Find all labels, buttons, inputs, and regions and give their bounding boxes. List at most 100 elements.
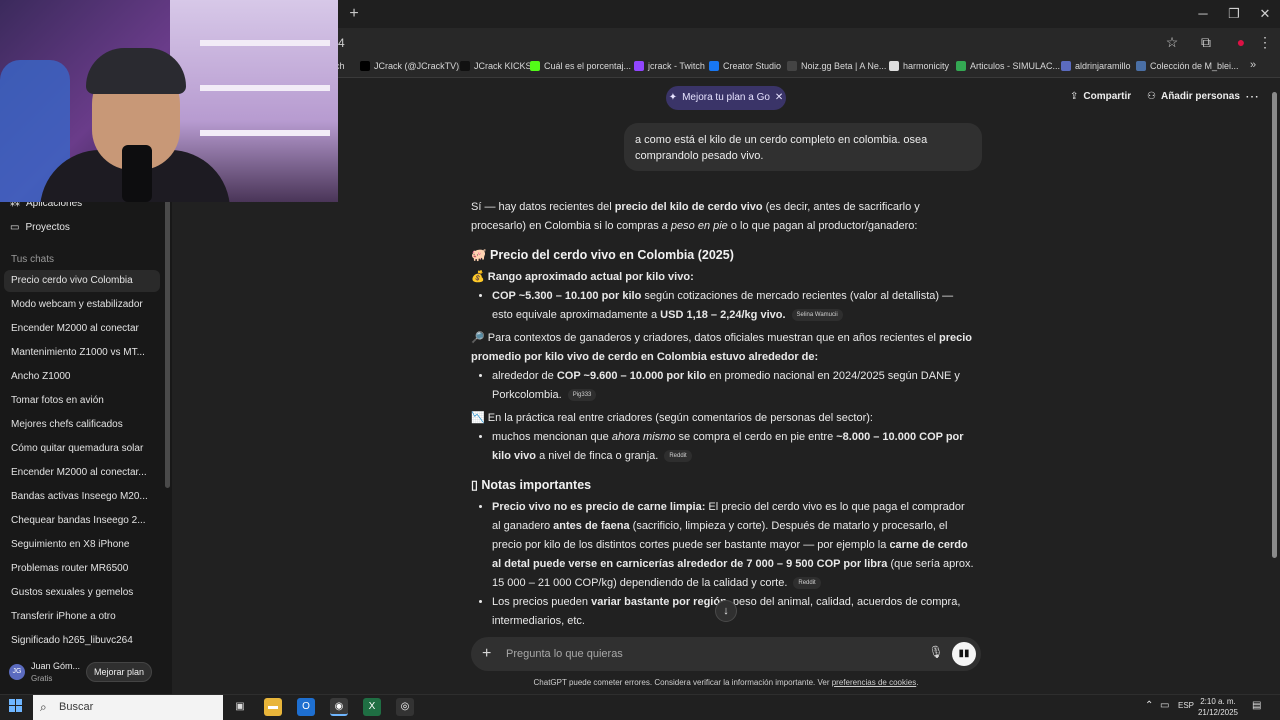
bookmark-item[interactable]: harmonicity — [889, 61, 949, 71]
network-icon[interactable]: ▭ — [1160, 700, 1169, 711]
chat-list-item[interactable]: Mantenimiento Z1000 vs MT... — [4, 342, 160, 364]
list-item: alrededor de COP ~9.600 – 10.000 por kil… — [492, 367, 976, 405]
clock[interactable]: 2:10 a. m. 21/12/2025 — [1196, 696, 1240, 718]
chat-list-item[interactable]: Significado h265_libuvc264 — [4, 630, 160, 652]
paragraph: 🔎 Para contextos de ganaderos y criadore… — [471, 332, 973, 363]
range-label: 💰 Rango aproximado actual por kilo vivo: — [471, 271, 694, 283]
chat-list-item[interactable]: Problemas router MR6500 — [4, 558, 160, 580]
search-icon: ⌕ — [40, 700, 47, 714]
bookmark-item[interactable]: Colección de M_blei... — [1136, 61, 1239, 71]
bookmark-item[interactable]: jcrack - Twitch — [634, 61, 705, 71]
chat-list-item[interactable]: Transferir iPhone a otro — [4, 606, 160, 628]
notifications-icon[interactable]: ▤ — [1252, 700, 1261, 711]
chat-list-item[interactable]: Chequear bandas Inseego 2... — [4, 510, 160, 532]
share-icon: ⇪ — [1070, 91, 1079, 102]
task-view-icon[interactable]: ▣ — [231, 698, 249, 716]
chat-list-item[interactable]: Gustos sexuales y gemelos — [4, 582, 160, 604]
voice-mode-icon[interactable]: ▮▮ — [952, 642, 976, 666]
page-icon — [1136, 61, 1146, 71]
plus-icon[interactable]: + — [482, 644, 496, 664]
sidebar-item-label: Proyectos — [25, 222, 70, 233]
excel-icon[interactable]: X — [363, 698, 381, 716]
add-people-button[interactable]: ⚇ Añadir personas — [1147, 91, 1240, 102]
chat-list-item[interactable]: Encender M2000 al conectar... — [4, 462, 160, 484]
chat-list-item[interactable]: Bandas activas Inseego M20... — [4, 486, 160, 508]
chat-list-item[interactable]: Tomar fotos en avión — [4, 390, 160, 412]
file-explorer-icon[interactable]: ▬ — [264, 698, 282, 716]
more-options-icon[interactable]: ⋯ — [1245, 88, 1259, 105]
restore-icon[interactable]: ❐ — [1219, 4, 1249, 24]
chat-list-item[interactable]: Modo webcam y estabilizador — [4, 294, 160, 316]
clock-time: 2:10 a. m. — [1200, 697, 1236, 706]
chat-list-item[interactable]: Mejores chefs calificados — [4, 414, 160, 436]
close-icon[interactable]: ✕ — [775, 86, 783, 110]
avatar[interactable]: JG — [9, 664, 25, 680]
chat-list-item[interactable]: Ancho Z1000 — [4, 366, 160, 388]
webcam-overlay — [0, 0, 338, 202]
chevron-up-icon[interactable]: ⌃ — [1145, 700, 1153, 711]
chrome-icon[interactable]: ◉ — [330, 698, 348, 716]
share-button[interactable]: ⇪ Compartir — [1070, 91, 1131, 102]
section-heading-notes: ▯ Notas importantes — [471, 478, 592, 492]
chat-list-item[interactable]: Seguimiento en X8 iPhone — [4, 534, 160, 556]
outlook-icon[interactable]: O — [297, 698, 315, 716]
source-chip[interactable]: Selina Wamucii — [791, 309, 843, 322]
bookmark-item[interactable]: aldrinjaramillo — [1061, 61, 1131, 71]
bookmark-label: jcrack - Twitch — [648, 61, 705, 71]
list-item: muchos mencionan que ahora mismo se comp… — [492, 428, 976, 466]
upgrade-go-pill[interactable]: ✦ Mejora tu plan a Go ✕ — [666, 86, 786, 110]
new-tab-button[interactable]: + — [345, 5, 363, 23]
user-name[interactable]: Juan Góm... — [31, 661, 80, 671]
bookmark-item[interactable]: Noiz.gg Beta | A Ne... — [787, 61, 886, 71]
windows-start-icon[interactable] — [9, 699, 23, 713]
add-people-label: Añadir personas — [1160, 91, 1240, 102]
paragraph: 📉 En la práctica real entre criadores (s… — [471, 412, 873, 424]
main-scrollbar[interactable] — [1272, 92, 1277, 558]
prompt-input[interactable] — [506, 646, 906, 662]
answer-intro: Sí — hay datos recientes del precio del … — [471, 201, 920, 232]
user-message: a como está el kilo de un cerdo completo… — [624, 123, 982, 171]
bookmark-label: JCrack KICKS — [474, 61, 532, 71]
chat-list-item[interactable]: Encender M2000 al conectar — [4, 318, 160, 340]
language-indicator[interactable]: ESP — [1178, 701, 1194, 710]
bookmark-item[interactable]: Articulos - SIMULAC... — [956, 61, 1060, 71]
bookmark-label: harmonicity — [903, 61, 950, 71]
scroll-down-button[interactable]: ↓ — [715, 600, 737, 622]
sidebar-item-projects[interactable]: ▭ Proyectos — [10, 222, 70, 233]
sparkle-icon: ✦ — [668, 92, 678, 103]
noiz-icon — [787, 61, 797, 71]
sidebar-scrollbar[interactable] — [165, 200, 170, 488]
star-icon[interactable]: ☆ — [1163, 33, 1181, 51]
section-heading-price: 🐖 Precio del cerdo vivo en Colombia (202… — [471, 248, 734, 262]
user-plan: Gratis — [31, 674, 53, 683]
cookie-preferences-link[interactable]: preferencias de cookies — [832, 678, 917, 687]
pill-label: Mejora tu plan a Go — [682, 92, 770, 103]
address-text[interactable]: 4 — [338, 36, 345, 50]
menu-icon[interactable]: ⋮ — [1256, 33, 1274, 51]
source-chip[interactable]: Reddit — [793, 577, 821, 590]
bookmark-label: Creator Studio — [723, 61, 782, 71]
clock-date: 21/12/2025 — [1197, 708, 1239, 717]
minimize-icon[interactable]: ─ — [1188, 4, 1218, 24]
profile-icon[interactable]: ● — [1232, 33, 1250, 51]
app-icon[interactable]: ◎ — [396, 698, 414, 716]
taskbar-search[interactable]: Buscar — [33, 695, 223, 720]
source-chip[interactable]: Reddit — [664, 450, 692, 463]
upgrade-plan-button[interactable]: Mejorar plan — [86, 662, 152, 682]
bookmark-item[interactable]: JCrack (@JCrackTV)... — [360, 61, 467, 71]
source-chip[interactable]: Pig333 — [567, 389, 597, 402]
bookmark-label: Cuál es el porcentaj... — [544, 61, 632, 71]
chat-list-item[interactable]: Precio cerdo vivo Colombia — [4, 270, 160, 292]
chat-list-item[interactable]: Cómo quitar quemadura solar — [4, 438, 160, 460]
bookmark-label: Colección de M_blei... — [1150, 61, 1239, 71]
person-add-icon: ⚇ — [1147, 91, 1156, 102]
bookmark-item[interactable]: Cuál es el porcentaj... — [530, 61, 631, 71]
bookmark-item[interactable]: JCrack KICKS — [460, 61, 532, 71]
chevron-right-icon[interactable]: » — [1250, 59, 1256, 71]
microphone-icon[interactable]: 🎙 — [928, 645, 944, 663]
close-icon[interactable]: ✕ — [1250, 4, 1280, 24]
list-item: COP ~5.300 – 10.100 por kilo según cotiz… — [492, 287, 976, 325]
share-label: Compartir — [1083, 91, 1132, 102]
bookmark-item[interactable]: Creator Studio — [709, 61, 781, 71]
extensions-icon[interactable]: ⧉ — [1197, 33, 1215, 51]
